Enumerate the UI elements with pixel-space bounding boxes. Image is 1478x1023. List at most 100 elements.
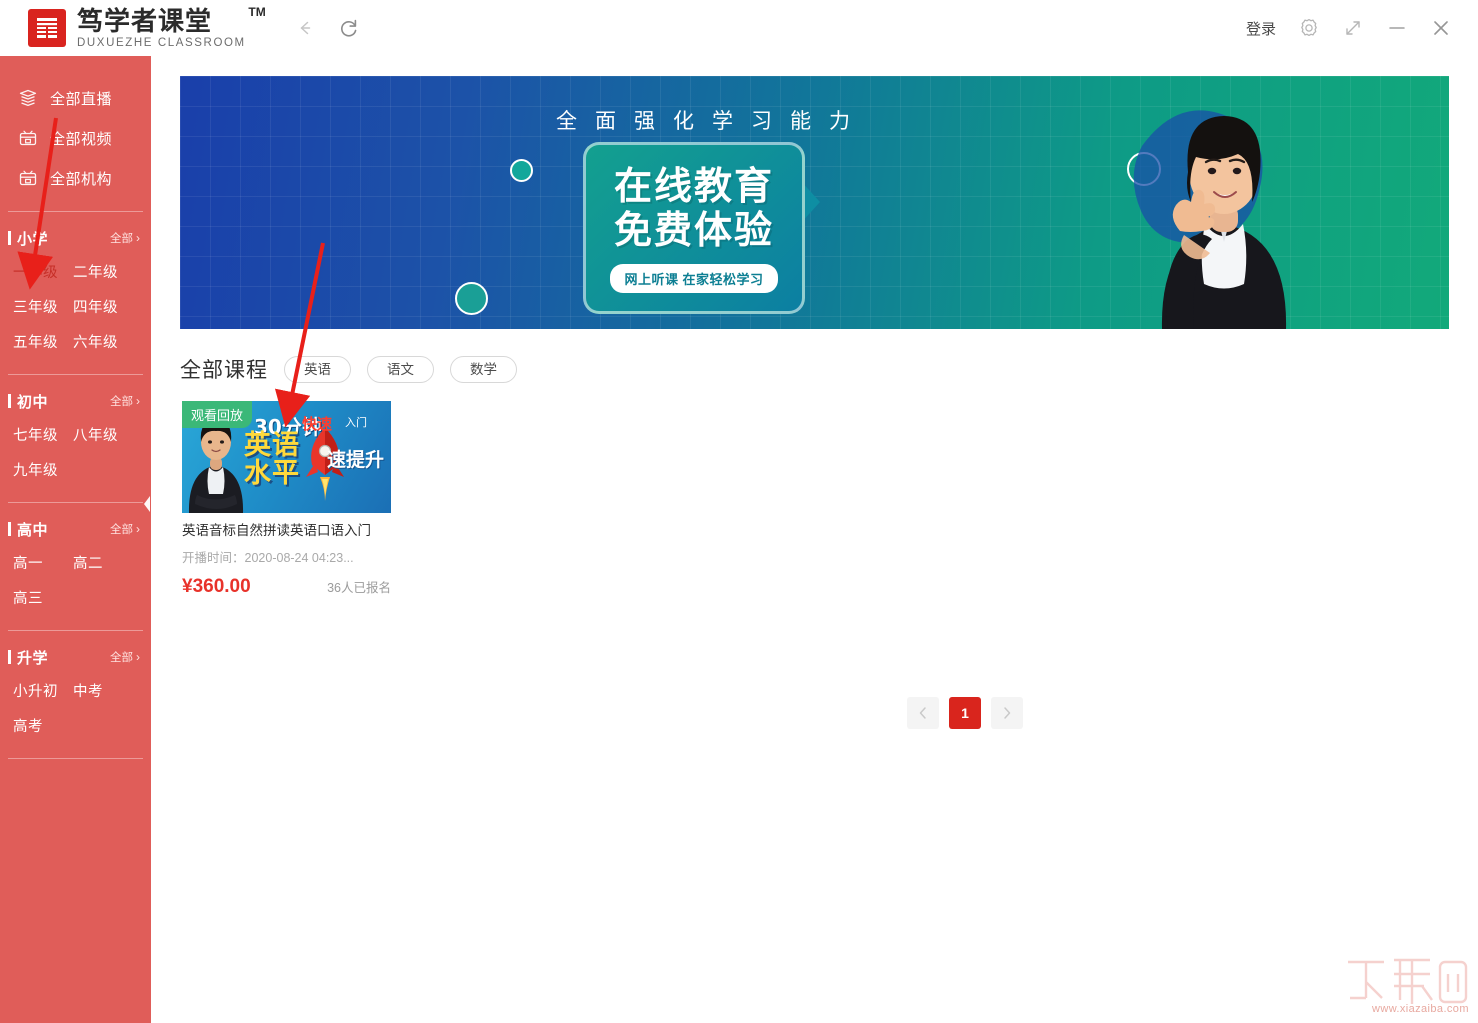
expand-icon[interactable] (1342, 17, 1364, 39)
grade-item-grade5[interactable]: 五年级 (13, 326, 73, 361)
section-view-all-link[interactable]: 全部 › (110, 521, 140, 537)
sidebar-section-senior: 高中 全部 › 高一 高二 高三 (0, 503, 151, 617)
grade-item-grade3[interactable]: 三年级 (13, 291, 73, 326)
grade-item-grade2[interactable]: 二年级 (73, 256, 133, 291)
nav-buttons (292, 15, 362, 41)
sidebar-collapse-button[interactable] (143, 487, 151, 521)
section-view-all-link[interactable]: 全部 › (110, 230, 140, 246)
watermark-url: www.xiazaiba.com (1372, 1003, 1469, 1015)
thumb-text-fast: 快速 (302, 415, 333, 433)
brand-name-cn: 笃学者课堂 (77, 5, 213, 36)
course-start-time-label: 开播时间： (182, 551, 245, 565)
course-thumbnail: 观看回放 30分钟 快速 入门 英语 水平 速提升 (182, 401, 391, 513)
grade-item-senior1[interactable]: 高一 (13, 547, 73, 582)
chevron-right-icon: › (136, 394, 140, 408)
back-arrow-icon[interactable] (292, 15, 318, 41)
grade-item-grade8[interactable]: 八年级 (73, 419, 133, 454)
grade-item-grade6[interactable]: 六年级 (73, 326, 133, 361)
main-content: 全面强化学习能力 在线教育 免费体验 网上听课 在家轻松学习 全部课程 英语 语… (151, 56, 1478, 1023)
courses-header: 全部课程 英语 语文 数学 (180, 354, 517, 384)
thumb-text-entry: 入门 (345, 417, 367, 429)
login-button[interactable]: 登录 (1246, 18, 1276, 39)
brand-name-en: DUXUEZHE CLASSROOM (77, 36, 246, 49)
promo-banner[interactable]: 全面强化学习能力 在线教育 免费体验 网上听课 在家轻松学习 (180, 76, 1449, 329)
banner-circle-decor (510, 159, 533, 182)
section-title: 高中 (17, 521, 49, 539)
thumb-headline-line1: 英语 (244, 430, 300, 461)
filter-pill-chinese[interactable]: 语文 (367, 355, 434, 383)
grade-item-senior3[interactable]: 高三 (13, 582, 73, 617)
close-icon[interactable] (1430, 17, 1452, 39)
title-bar: 笃学者课堂 TM DUXUEZHE CLASSROOM 登录 (0, 0, 1478, 56)
chevron-right-icon: › (136, 231, 140, 245)
course-card[interactable]: 观看回放 30分钟 快速 入门 英语 水平 速提升 英语音标自然拼读英语口语入门… (182, 401, 391, 598)
course-enrolled-count: 36人已报名 (327, 581, 391, 595)
sidebar-item-all-live[interactable]: 全部直播 (0, 78, 151, 118)
section-view-all-label: 全部 (110, 233, 133, 245)
grade-item-xiaoshengchu[interactable]: 小升初 (13, 675, 73, 710)
logo-glyph-icon (37, 18, 57, 38)
grade-list: 高一 高二 高三 (0, 541, 151, 617)
chevron-right-icon: › (136, 650, 140, 664)
sidebar-item-all-video[interactable]: 全部视频 (0, 118, 151, 158)
window-controls: 登录 (1246, 17, 1452, 39)
brand-trademark: TM (248, 4, 266, 19)
course-start-time-value: 2020-08-24 04:23... (244, 551, 354, 565)
video-box-icon (17, 127, 39, 149)
app-window: 笃学者课堂 TM DUXUEZHE CLASSROOM 登录 全部直播 全部视频… (0, 0, 1478, 1023)
logo-mark-icon (28, 9, 66, 47)
section-accent-bar (8, 231, 11, 245)
section-view-all-label: 全部 (110, 396, 133, 408)
section-view-all-label: 全部 (110, 652, 133, 664)
sidebar-section-junior: 初中 全部 › 七年级 八年级 九年级 (0, 375, 151, 489)
filter-pill-math[interactable]: 数学 (450, 355, 517, 383)
chevron-right-icon: › (136, 522, 140, 536)
grade-item-gaokao[interactable]: 高考 (13, 710, 73, 745)
banner-headline: 全面强化学习能力 (556, 109, 868, 133)
minimize-icon[interactable] (1386, 17, 1408, 39)
thumb-headline-line2: 水平 (244, 458, 300, 489)
sidebar-item-label: 全部直播 (50, 90, 113, 108)
section-title: 初中 (17, 393, 49, 411)
grade-item-grade1[interactable]: 一年级 (13, 256, 73, 291)
section-view-all-link[interactable]: 全部 › (110, 649, 140, 665)
filter-pill-english[interactable]: 英语 (284, 355, 351, 383)
section-header: 升学 全部 › (0, 645, 151, 669)
section-accent-bar (8, 522, 11, 536)
section-view-all-link[interactable]: 全部 › (110, 393, 140, 409)
sidebar: 全部直播 全部视频 全部机构 小学 全部 › 一年级 二年级 三年级 四年级 五… (0, 56, 151, 1023)
grade-item-senior2[interactable]: 高二 (73, 547, 133, 582)
refresh-icon[interactable] (336, 15, 362, 41)
grade-item-grade7[interactable]: 七年级 (13, 419, 73, 454)
pagination: 1 (907, 697, 1023, 729)
banner-circle-decor (455, 282, 488, 315)
pagination-next-button[interactable] (991, 697, 1023, 729)
grade-item-zhongkao[interactable]: 中考 (73, 675, 133, 710)
section-header: 初中 全部 › (0, 389, 151, 413)
chevron-left-icon (919, 707, 926, 719)
live-stack-icon (17, 87, 39, 109)
pagination-prev-button[interactable] (907, 697, 939, 729)
grade-item-grade4[interactable]: 四年级 (73, 291, 133, 326)
sidebar-quick-links: 全部直播 全部视频 全部机构 (0, 56, 151, 198)
logo-text: 笃学者课堂 TM DUXUEZHE CLASSROOM (77, 5, 266, 50)
grade-list: 小升初 中考 高考 (0, 669, 151, 745)
chevron-right-icon (1004, 707, 1011, 719)
course-price: ¥360.00 (182, 576, 251, 597)
sidebar-item-all-institution[interactable]: 全部机构 (0, 158, 151, 198)
app-logo: 笃学者课堂 TM DUXUEZHE CLASSROOM (28, 5, 266, 50)
sidebar-divider (8, 758, 143, 759)
grade-list: 七年级 八年级 九年级 (0, 413, 151, 489)
grade-item-grade9[interactable]: 九年级 (13, 454, 73, 489)
banner-card-pill: 网上听课 在家轻松学习 (610, 263, 778, 293)
page-title: 全部课程 (180, 359, 268, 382)
pagination-page-1[interactable]: 1 (949, 697, 981, 729)
institution-box-icon (17, 167, 39, 189)
sidebar-section-advancement: 升学 全部 › 小升初 中考 高考 (0, 631, 151, 745)
gear-icon[interactable] (1298, 17, 1320, 39)
course-card-footer: ¥360.00 36人已报名 (182, 576, 391, 598)
status-badge: 观看回放 (182, 401, 253, 428)
section-view-all-label: 全部 (110, 524, 133, 536)
banner-card-line2: 免费体验 (613, 207, 774, 252)
banner-presenter-image (1133, 110, 1287, 329)
